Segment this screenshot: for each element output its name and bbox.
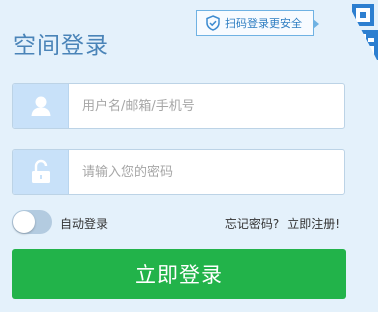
lock-icon bbox=[31, 159, 50, 183]
password-field[interactable] bbox=[12, 149, 345, 195]
shield-check-icon bbox=[206, 15, 220, 31]
auto-login-toggle[interactable] bbox=[12, 210, 52, 234]
register-link[interactable]: 立即注册! bbox=[287, 215, 340, 232]
qr-tip-label: 扫码登录更安全 bbox=[225, 17, 302, 30]
auto-login-label: 自动登录 bbox=[60, 217, 109, 231]
page-title: 空间登录 bbox=[13, 33, 109, 59]
account-links: 忘记密码? 立即注册! bbox=[225, 215, 340, 232]
forgot-password-link[interactable]: 忘记密码? bbox=[225, 215, 279, 232]
qr-code-icon[interactable] bbox=[322, 0, 378, 62]
username-field[interactable] bbox=[12, 83, 345, 129]
password-input[interactable] bbox=[69, 152, 342, 192]
toggle-knob bbox=[13, 211, 35, 233]
qr-login-tip[interactable]: 扫码登录更安全 bbox=[196, 10, 319, 36]
user-icon bbox=[31, 96, 50, 116]
user-icon-box bbox=[13, 84, 69, 128]
lock-icon-box bbox=[13, 150, 69, 194]
login-button[interactable]: 立即登录 bbox=[12, 249, 346, 299]
username-input[interactable] bbox=[69, 86, 342, 126]
